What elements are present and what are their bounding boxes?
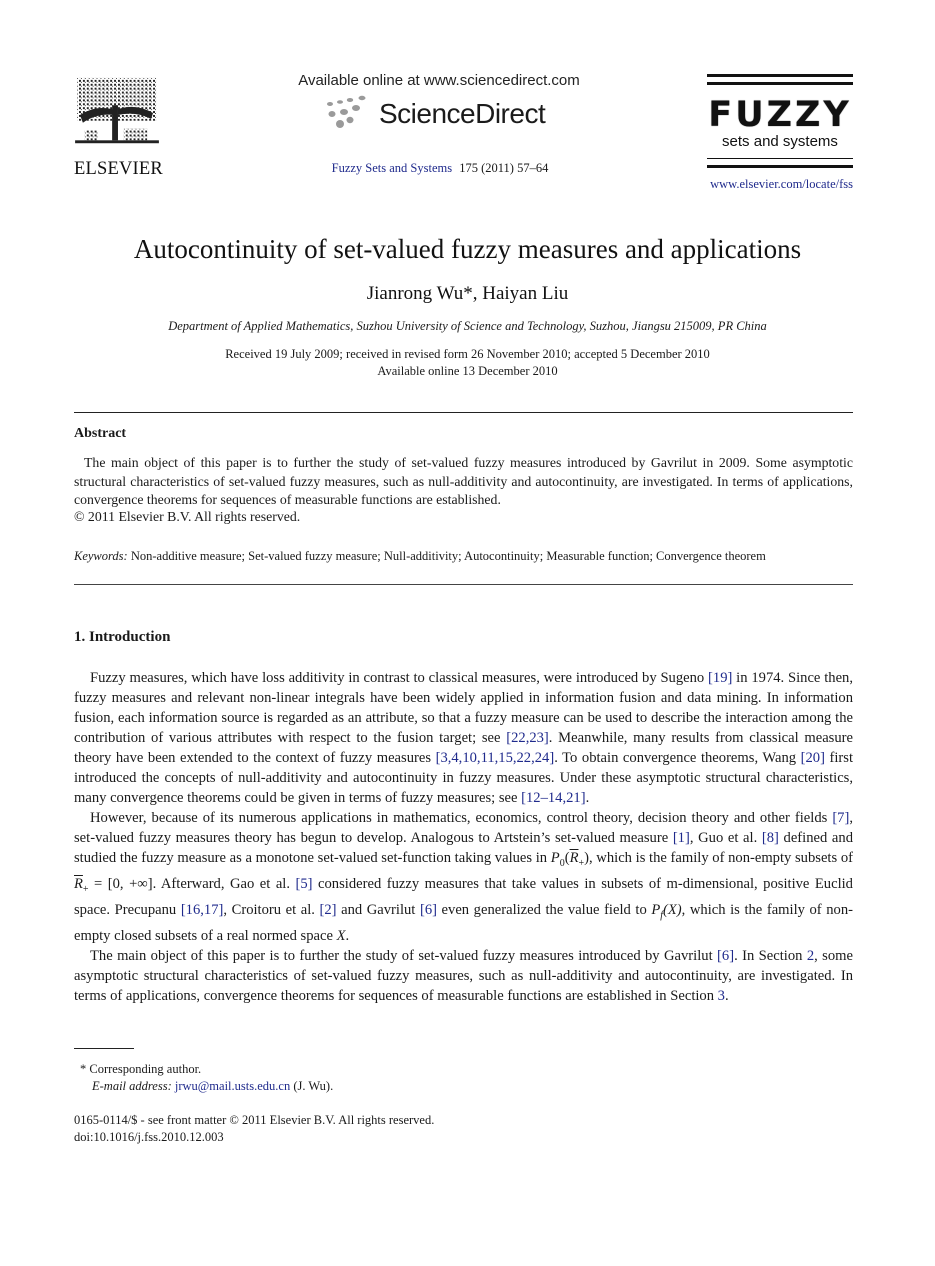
section-heading-introduction: 1. Introduction [74, 629, 171, 645]
math-symbol: X [336, 927, 346, 944]
journal-url-link[interactable]: www.elsevier.com/locate/fss [690, 177, 853, 192]
article-affiliation: Department of Applied Mathematics, Suzho… [168, 319, 767, 333]
citation-link[interactable]: [2] [319, 902, 336, 918]
abstract-copyright: © 2011 Elsevier B.V. All rights reserved… [74, 509, 301, 524]
email-label: E-mail address: [92, 1079, 172, 1093]
corresponding-author-note: * Corresponding author. [80, 1062, 202, 1076]
text: . In Section [734, 947, 807, 964]
intro-paragraph-3: The main object of this paper is to furt… [74, 946, 853, 1006]
front-matter-line: 0165-0114/$ - see front matter © 2011 El… [74, 1113, 435, 1127]
text: Fuzzy measures, which have loss additivi… [90, 670, 709, 686]
email-suffix: (J. Wu). [290, 1079, 334, 1093]
keywords-list: Non-additive measure; Set-valued fuzzy m… [130, 549, 766, 563]
text: . [724, 987, 729, 1004]
available-online-text[interactable]: Available online at www.sciencedirect.co… [296, 72, 582, 89]
math-interval: = [0, +∞] [88, 875, 153, 892]
text: , Croitoru et al. [223, 901, 320, 918]
citation-link[interactable]: [5] [296, 876, 313, 892]
footnotes: * Corresponding author. E-mail address: … [80, 1061, 333, 1095]
citation-link[interactable]: [12–14,21] [521, 790, 585, 806]
intro-paragraph-2: However, because of its numerous applica… [74, 808, 853, 946]
section-link[interactable]: 3 [718, 988, 725, 1004]
math-symbol: P [651, 901, 661, 918]
elsevier-wordmark: ELSEVIER [74, 159, 163, 179]
abstract-heading: Abstract [74, 426, 127, 441]
introduction-body: Fuzzy measures, which have loss additivi… [74, 668, 853, 1006]
sciencedirect-wordmark: ScienceDirect [379, 98, 546, 129]
divider-top [74, 412, 853, 413]
citation-link[interactable]: [6] [717, 948, 734, 964]
text: even generalized the value field to [436, 901, 652, 918]
math-pf-x: Pf(X) [651, 901, 682, 921]
front-matter: 0165-0114/$ - see front matter © 2011 El… [74, 1112, 434, 1146]
article-dates: Received 19 July 2009; received in revis… [0, 346, 935, 380]
journal-logo-word: FUZZY [708, 95, 852, 135]
journal-logo-rule-bottom [707, 158, 853, 159]
keywords-line: Keywords: Non-additive measure; Set-valu… [74, 549, 864, 564]
math-symbol: P [550, 850, 560, 866]
elsevier-logo: ELSEVIER [74, 76, 163, 179]
journal-logo-rule-top [707, 74, 853, 77]
journal-citation-line: Fuzzy Sets and Systems 175 (2011) 57–64 [280, 161, 600, 176]
citation-link[interactable]: [19] [708, 670, 732, 686]
divider-bottom [74, 584, 853, 585]
journal-logo-rule-top-2 [707, 82, 853, 85]
text: . [585, 790, 590, 806]
math-rplus-interval: R+ = [0, +∞] [74, 875, 153, 895]
math-arg: (X) [663, 901, 682, 918]
journal-name-link[interactable]: Fuzzy Sets and Systems [332, 161, 452, 175]
elsevier-tree-icon [75, 77, 159, 144]
article-title: Autocontinuity of set-valued fuzzy measu… [133, 234, 802, 264]
text: . [345, 927, 350, 944]
text: , which is the family of non-empty subse… [589, 850, 853, 866]
received-dates: Received 19 July 2009; received in revis… [225, 347, 710, 361]
email-line: E-mail address: jrwu@mail.usts.edu.cn (J… [80, 1078, 333, 1095]
citation-link[interactable]: [22,23] [506, 730, 549, 746]
footnote-divider [74, 1048, 134, 1049]
text: . To obtain convergence theorems, Wang [554, 750, 801, 766]
citation-link[interactable]: [8] [762, 830, 779, 846]
abstract-text: The main object of this paper is to furt… [74, 455, 853, 507]
citation-link[interactable]: [1] [673, 830, 690, 846]
journal-logo-rule-bottom-2 [707, 165, 853, 168]
text: . Afterward, Gao et al. [152, 875, 296, 892]
citation-link[interactable]: [7] [832, 810, 849, 826]
journal-citation: 175 (2011) 57–64 [459, 161, 549, 175]
doi-line: doi:10.1016/j.fss.2010.12.003 [74, 1130, 224, 1144]
journal-logo-subtitle: sets and systems [722, 133, 838, 150]
sciencedirect-dots-icon [327, 95, 366, 128]
text: The main object of this paper is to furt… [90, 947, 718, 964]
keywords-label: Keywords: [74, 549, 128, 563]
text: However, because of its numerous applica… [90, 810, 833, 826]
text: and Gavrilut [336, 901, 420, 918]
math-p0-rplus: P0(R+) [550, 850, 589, 869]
journal-logo: FUZZY sets and systems [707, 74, 853, 168]
text: , Guo et al. [689, 830, 762, 846]
intro-paragraph-1: Fuzzy measures, which have loss additivi… [74, 668, 853, 808]
citation-link[interactable]: [6] [420, 902, 437, 918]
email-link[interactable]: jrwu@mail.usts.edu.cn [175, 1079, 290, 1093]
citation-link[interactable]: [20] [801, 750, 825, 766]
article-authors: Jianrong Wu*, Haiyan Liu [366, 283, 569, 304]
math-symbol: R [74, 875, 83, 892]
citation-link[interactable]: [16,17] [181, 902, 224, 918]
abstract-body: The main object of this paper is to furt… [74, 454, 853, 510]
available-online-date: Available online 13 December 2010 [377, 364, 558, 378]
citation-link[interactable]: [3,4,10,11,15,22,24] [436, 750, 555, 766]
sciencedirect-logo[interactable]: ScienceDirect [322, 94, 562, 134]
